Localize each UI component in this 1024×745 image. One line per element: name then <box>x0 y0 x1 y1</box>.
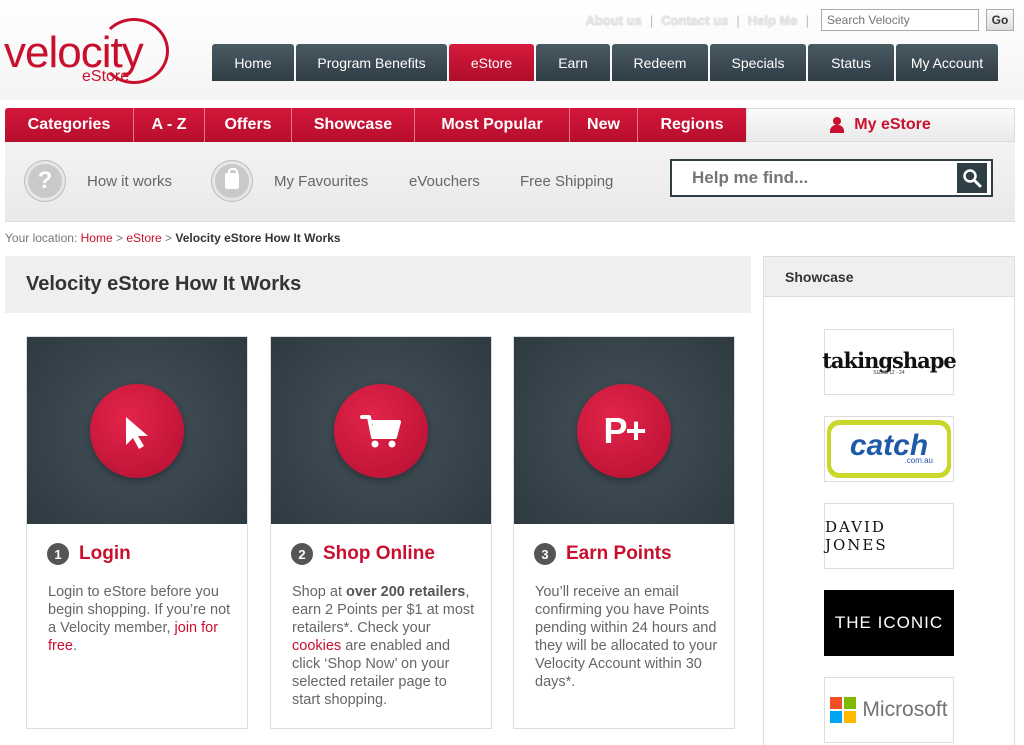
user-icon <box>830 117 845 133</box>
page-title-bar: Velocity eStore How It Works <box>5 256 751 313</box>
nav-specials[interactable]: Specials <box>710 44 806 81</box>
nav-status[interactable]: Status <box>808 44 894 81</box>
catch-logo[interactable]: catch .com.au <box>824 416 954 482</box>
breadcrumb-current: Velocity eStore How It Works <box>175 231 341 245</box>
nav-home[interactable]: Home <box>212 44 294 81</box>
main-nav: Home Program Benefits eStore Earn Redeem… <box>212 44 1000 81</box>
subnav-regions[interactable]: Regions <box>638 108 746 142</box>
cookies-link[interactable]: cookies <box>292 638 341 654</box>
taking-shape-logo[interactable]: takingshape SIZES 12 - 24 <box>822 329 957 395</box>
step-card-earn-points: P+ 3 Earn Points You’ll receive an email… <box>513 336 735 729</box>
step-image <box>271 337 491 524</box>
contact-us-link[interactable]: Contact us <box>653 13 736 28</box>
step-title: Shop Online <box>323 543 435 564</box>
free-shipping-link[interactable]: Free Shipping <box>520 142 613 220</box>
velocity-estore-logo[interactable]: velocity eStore <box>4 18 174 88</box>
my-favourites-label: My Favourites <box>274 172 369 190</box>
my-favourites-link[interactable]: My Favourites <box>212 142 368 220</box>
showcase-panel: Showcase takingshape SIZES 12 - 24 catch… <box>763 256 1015 745</box>
how-it-works-label: How it works <box>87 172 173 190</box>
step-description: You’ll receive an email confirming you h… <box>535 584 718 690</box>
david-jones-logo[interactable]: DAVID JONES <box>824 503 954 569</box>
my-estore-label: My eStore <box>854 116 931 133</box>
how-it-works-link[interactable]: ? How it works <box>25 142 172 220</box>
step-card-shop-online: 2 Shop Online Shop at over 200 retailers… <box>270 336 492 729</box>
step-image: P+ <box>514 337 734 524</box>
estore-subnav: Categories A - Z Offers Showcase Most Po… <box>5 108 1015 142</box>
go-button[interactable]: Go <box>986 9 1014 31</box>
logo-sub: eStore <box>82 68 130 85</box>
step-image <box>27 337 247 524</box>
step-title: Earn Points <box>566 543 672 564</box>
step-heading: 3 Earn Points <box>534 543 672 565</box>
showcase-title: Showcase <box>764 257 1014 297</box>
question-icon: ? <box>25 161 65 201</box>
site-search-input[interactable] <box>821 9 979 31</box>
step-heading: 2 Shop Online <box>291 543 435 565</box>
estore-toolbar: ? How it works My Favourites eVouchers F… <box>5 142 1015 222</box>
step-title: Login <box>79 543 131 564</box>
subnav-showcase[interactable]: Showcase <box>292 108 415 142</box>
step-card-login: 1 Login Login to eStore before you begin… <box>26 336 248 729</box>
subnav-offers[interactable]: Offers <box>205 108 292 142</box>
step-description: Shop at over 200 retailers, earn 2 Point… <box>292 584 475 708</box>
help-me-find-input[interactable] <box>672 161 957 195</box>
breadcrumb-estore[interactable]: eStore <box>126 231 161 245</box>
shopping-bag-icon <box>212 161 252 201</box>
nav-earn[interactable]: Earn <box>536 44 610 81</box>
utility-bar: About us | Contact us | Help Me | Go <box>577 8 1014 32</box>
nav-estore[interactable]: eStore <box>449 44 534 81</box>
nav-my-account[interactable]: My Account <box>896 44 998 81</box>
microsoft-windows-icon <box>830 697 857 723</box>
search-icon <box>963 169 982 188</box>
help-me-find-box <box>670 159 993 197</box>
evouchers-link[interactable]: eVouchers <box>409 142 480 220</box>
microsoft-logo[interactable]: Microsoft <box>824 677 954 743</box>
step-number: 3 <box>534 543 556 565</box>
help-me-link[interactable]: Help Me <box>740 13 806 28</box>
nav-redeem[interactable]: Redeem <box>612 44 708 81</box>
step-description: Login to eStore before you begin shoppin… <box>48 584 231 654</box>
page-title: Velocity eStore How It Works <box>26 273 302 295</box>
points-plus-icon: P+ <box>577 383 671 478</box>
my-estore-button[interactable]: My eStore <box>746 108 1015 142</box>
breadcrumb: Your location: Home > eStore > Velocity … <box>5 231 341 245</box>
breadcrumb-home[interactable]: Home <box>81 231 113 245</box>
the-iconic-logo[interactable]: THE ICONIC <box>824 590 954 656</box>
step-number: 1 <box>47 543 69 565</box>
step-number: 2 <box>291 543 313 565</box>
breadcrumb-prefix: Your location: <box>5 231 78 245</box>
subnav-most-popular[interactable]: Most Popular <box>415 108 570 142</box>
subnav-categories[interactable]: Categories <box>5 108 134 142</box>
step-heading: 1 Login <box>47 543 131 565</box>
about-us-link[interactable]: About us <box>577 13 649 28</box>
shopping-cart-icon <box>334 383 428 478</box>
estore-subnav-menu: Categories A - Z Offers Showcase Most Po… <box>5 108 746 142</box>
subnav-new[interactable]: New <box>570 108 638 142</box>
site-header: velocity eStore About us | Contact us | … <box>0 0 1024 100</box>
search-button[interactable] <box>957 163 987 193</box>
nav-program-benefits[interactable]: Program Benefits <box>296 44 447 81</box>
cursor-icon <box>90 383 184 478</box>
subnav-a-z[interactable]: A - Z <box>134 108 205 142</box>
